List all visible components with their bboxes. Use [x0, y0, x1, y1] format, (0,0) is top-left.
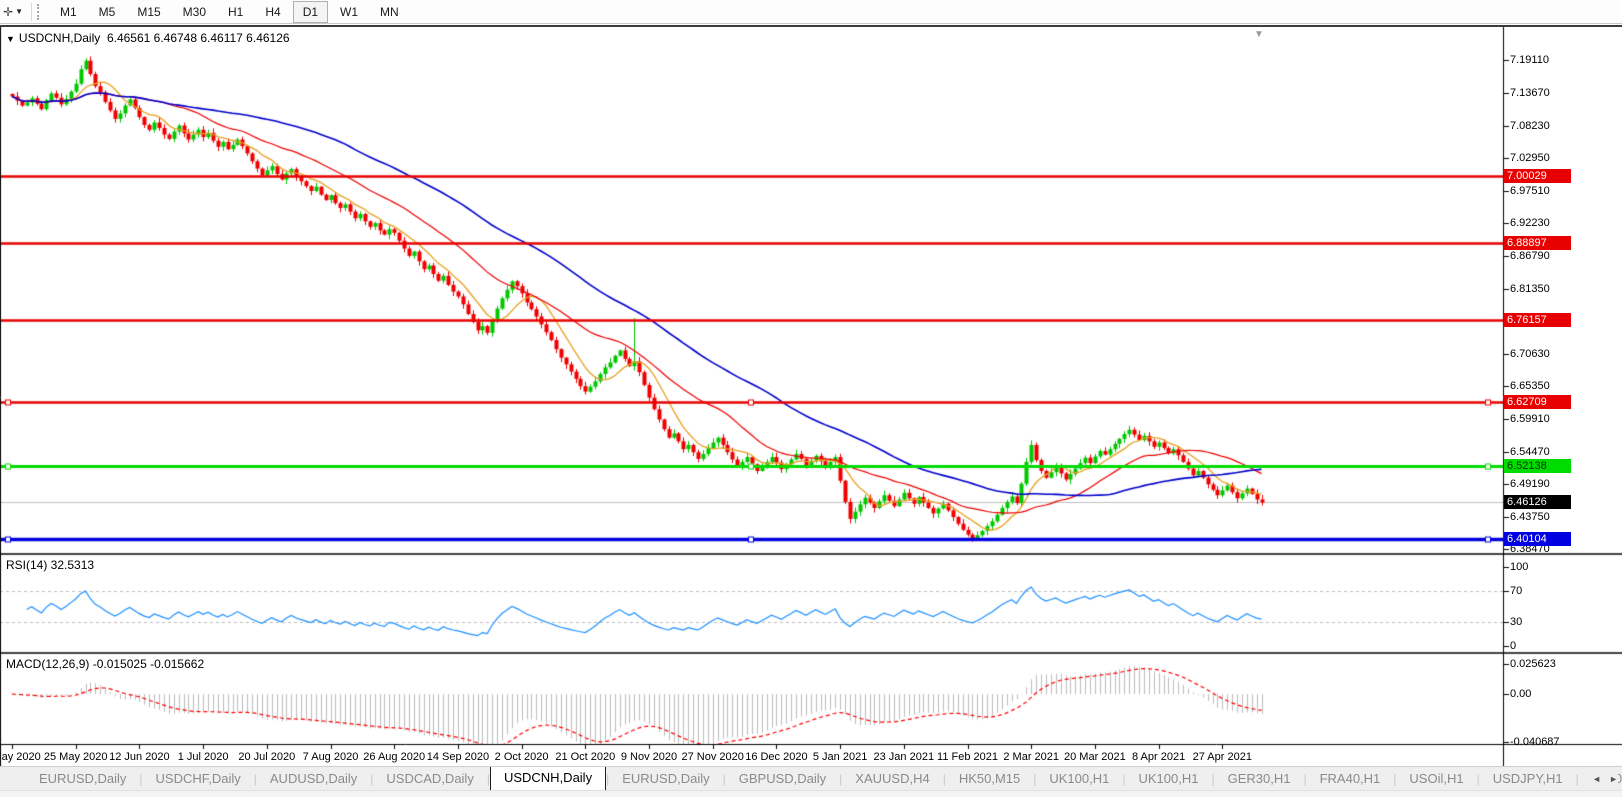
date-label: 5 Jan 2021: [813, 751, 867, 763]
chart-tab-usdcnh-daily[interactable]: USDCNH,Daily: [490, 766, 606, 790]
price-tick-label: 6.65350: [1510, 380, 1550, 392]
timeframe-button-m1[interactable]: M1: [50, 1, 87, 23]
macd-tick-label: 0.025623: [1510, 658, 1556, 670]
hline-price-label: 6.76157: [1504, 313, 1571, 327]
price-tick-label: 7.02950: [1510, 152, 1550, 164]
cursor-tool-dropdown-icon[interactable]: ▼: [15, 7, 28, 16]
scroll-to-end-marker[interactable]: ▼: [1254, 29, 1264, 40]
price-tick-label: 7.13670: [1510, 87, 1550, 99]
price-tick-label: 6.92230: [1510, 217, 1550, 229]
rsi-tick-label: 70: [1510, 585, 1522, 597]
date-label: 21 Oct 2020: [555, 751, 615, 763]
chart-tab-audusd-daily[interactable]: AUDUSD,Daily: [257, 768, 370, 789]
chart-tab-usdcad-daily[interactable]: USDCAD,Daily: [373, 768, 486, 789]
hline-price-label: 6.62709: [1504, 395, 1571, 409]
date-label: 9 Nov 2020: [621, 751, 677, 763]
date-label: 20 Jul 2020: [238, 751, 295, 763]
date-label: 8 Apr 2021: [1132, 751, 1185, 763]
macd-tick-label: 0.00: [1510, 688, 1531, 700]
hline-price-label: 7.00029: [1504, 169, 1571, 183]
hline-price-label: 6.52138: [1504, 459, 1571, 473]
timeframe-button-h1[interactable]: H1: [218, 1, 253, 23]
chart-tab-list: EURUSD,Daily|USDCHF,Daily|AUDUSD,Daily|U…: [26, 767, 1622, 790]
chart-tab-hk50-m15[interactable]: HK50,M15: [946, 768, 1033, 789]
timeframe-button-w1[interactable]: W1: [330, 1, 368, 23]
chart-tab-eurusd-daily[interactable]: EURUSD,Daily: [609, 768, 722, 789]
tabs-scroll-left-icon[interactable]: ◄: [1592, 774, 1601, 784]
chart-title: ▼ USDCNH,Daily 6.46561 6.46748 6.46117 6.…: [6, 31, 290, 45]
top-toolbar: ✛ ▼ M1M5M15M30H1H4D1W1MN: [0, 0, 1622, 24]
date-label: 20 Mar 2021: [1064, 751, 1126, 763]
price-tick-label: 6.86790: [1510, 250, 1550, 262]
macd-tick-label: -0.040687: [1510, 736, 1560, 748]
date-label: 25 May 2020: [44, 751, 108, 763]
hline-price-label: 6.40104: [1504, 532, 1571, 546]
chart-tab-gbpusd-daily[interactable]: GBPUSD,Daily: [726, 768, 839, 789]
timeframe-button-mn[interactable]: MN: [370, 1, 409, 23]
status-strip: [0, 790, 1622, 797]
rsi-tick-label: 100: [1510, 561, 1528, 573]
date-label: 23 Jan 2021: [874, 751, 935, 763]
date-label: 7 Aug 2020: [303, 751, 359, 763]
chart-tab-eurusd-daily[interactable]: EURUSD,Daily: [26, 768, 139, 789]
chart-tab-ger30-h1[interactable]: GER30,H1: [1215, 768, 1304, 789]
date-label: 16 Dec 2020: [745, 751, 807, 763]
date-label: 6 May 2020: [0, 751, 41, 763]
date-label: 27 Nov 2020: [681, 751, 743, 763]
price-chart-canvas[interactable]: [0, 27, 1622, 768]
rsi-tick-label: 30: [1510, 616, 1522, 628]
date-label: 11 Feb 2021: [937, 751, 998, 763]
toolbar-separator: [31, 3, 32, 21]
price-tick-label: 6.97510: [1510, 185, 1550, 197]
chart-symbol-period: USDCNH,Daily: [19, 31, 100, 45]
price-tick-label: 7.08230: [1510, 120, 1550, 132]
timeframe-button-m15[interactable]: M15: [127, 1, 170, 23]
chart-window: ▼ USDCNH,Daily 6.46561 6.46748 6.46117 6.…: [0, 25, 1622, 768]
timeframe-button-m5[interactable]: M5: [89, 1, 126, 23]
chart-ohlc-quotes: 6.46561 6.46748 6.46117 6.46126: [107, 31, 290, 45]
date-label: 1 Jul 2020: [178, 751, 229, 763]
price-tick-label: 6.43750: [1510, 511, 1550, 523]
chart-tab-uk100-h1[interactable]: UK100,H1: [1125, 768, 1211, 789]
cursor-tool-icon[interactable]: ✛: [0, 5, 15, 19]
timeframe-button-m30[interactable]: M30: [173, 1, 216, 23]
date-label: 27 Apr 2021: [1193, 751, 1252, 763]
tab-scroll-arrows: ◄ ►: [1586, 767, 1618, 790]
tabs-scroll-right-icon[interactable]: ►: [1609, 774, 1618, 784]
hline-price-label: 6.88897: [1504, 236, 1571, 250]
chart-tab-usoil-h1[interactable]: USOil,H1: [1396, 768, 1476, 789]
price-tick-label: 6.70630: [1510, 348, 1550, 360]
date-label: 2 Oct 2020: [495, 751, 549, 763]
timeframe-button-group: M1M5M15M30H1H4D1W1MN: [49, 1, 410, 23]
chart-tab-uk100-h1[interactable]: UK100,H1: [1036, 768, 1122, 789]
price-tick-label: 6.81350: [1510, 283, 1550, 295]
chart-tab-xauusd-h4[interactable]: XAUUSD,H4: [842, 768, 942, 789]
date-label: 26 Aug 2020: [363, 751, 425, 763]
price-tick-label: 6.54470: [1510, 446, 1550, 458]
chart-tab-usdjpy-h1[interactable]: USDJPY,H1: [1480, 768, 1576, 789]
chart-tab-bar: EURUSD,Daily|USDCHF,Daily|AUDUSD,Daily|U…: [0, 766, 1622, 790]
chart-collapse-icon[interactable]: ▼: [6, 34, 15, 44]
price-tick-label: 6.49190: [1510, 478, 1550, 490]
macd-indicator-label: MACD(12,26,9) -0.015025 -0.015662: [6, 657, 204, 671]
toolbar-grip-handle[interactable]: [37, 4, 43, 20]
timeframe-button-h4[interactable]: H4: [255, 1, 290, 23]
timeframe-button-d1[interactable]: D1: [293, 1, 328, 23]
current-price-label: 6.46126: [1504, 495, 1571, 509]
price-tick-label: 6.59910: [1510, 413, 1550, 425]
date-label: 12 Jun 2020: [109, 751, 170, 763]
rsi-tick-label: 0: [1510, 640, 1516, 652]
price-tick-label: 7.19110: [1510, 54, 1549, 66]
rsi-indicator-label: RSI(14) 32.5313: [6, 558, 94, 572]
chart-tab-fra40-h1[interactable]: FRA40,H1: [1307, 768, 1394, 789]
date-label: 14 Sep 2020: [427, 751, 489, 763]
date-label: 2 Mar 2021: [1003, 751, 1059, 763]
chart-tab-usdchf-daily[interactable]: USDCHF,Daily: [143, 768, 254, 789]
